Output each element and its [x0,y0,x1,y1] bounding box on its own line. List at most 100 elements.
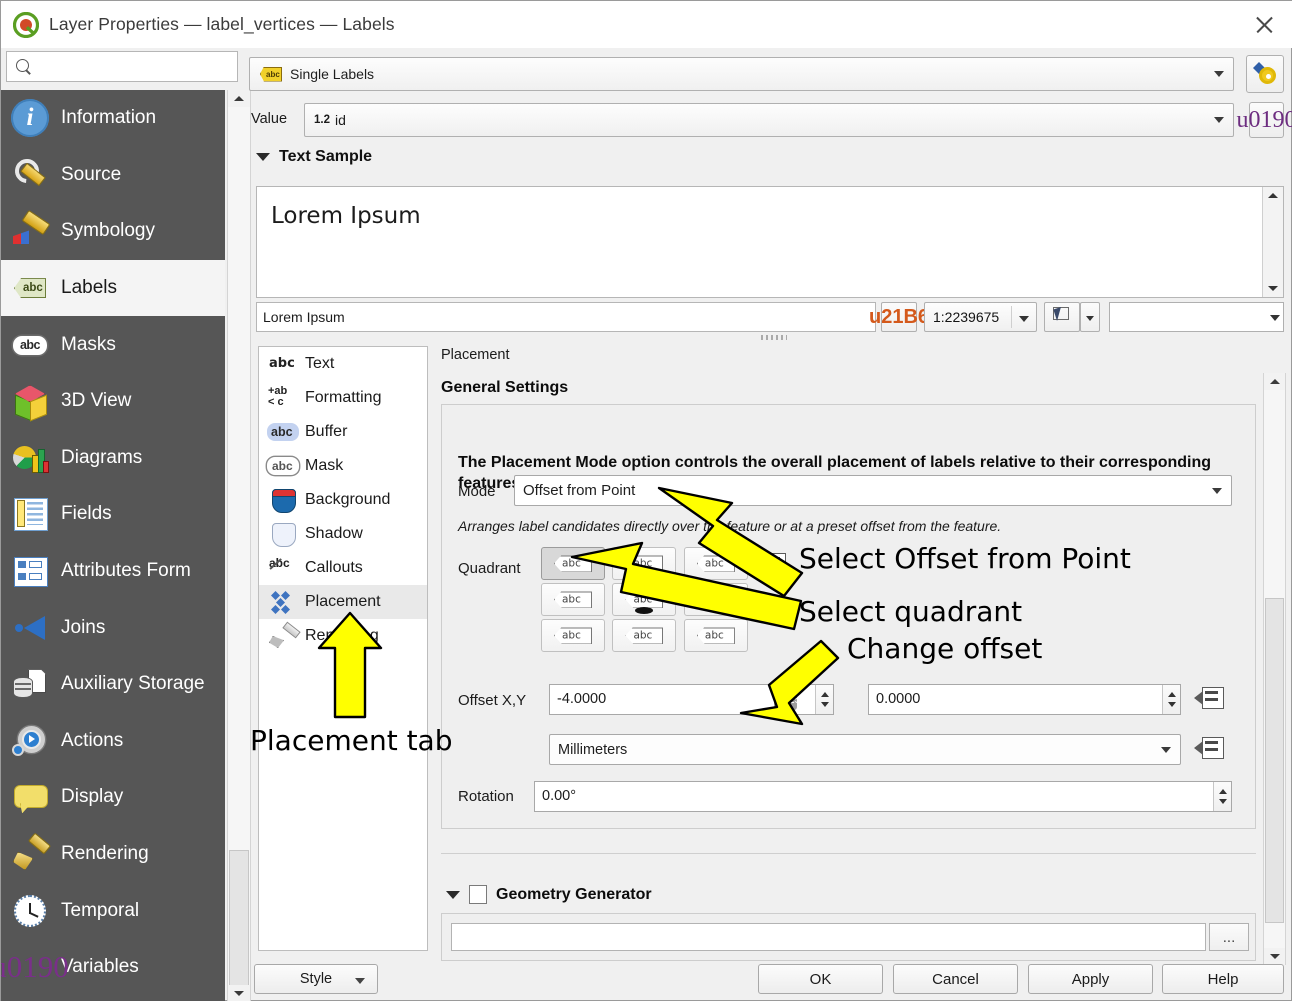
offset-x-stepper[interactable] [815,685,833,714]
tab-placement[interactable]: Placement [259,585,427,619]
sidebar-item-temporal[interactable]: Temporal [1,882,225,939]
scale-combo[interactable]: 1:2239675 [924,302,1037,332]
quadrant-button-middle-left[interactable] [541,583,605,616]
collapse-triangle-icon[interactable] [256,153,270,161]
rotation-field[interactable]: 0.00° [534,781,1232,812]
geometry-generator-browse-button[interactable] [1209,923,1249,951]
sidebar-item-auxiliary-storage[interactable]: Auxiliary Storage [1,656,225,713]
ok-button[interactable]: OK [758,964,883,994]
splitter-grip[interactable] [761,335,787,340]
scrollbar-thumb[interactable] [1265,598,1284,923]
offset-y-value: 0.0000 [876,691,921,707]
tab-text[interactable]: Text [259,347,427,381]
label-tag-icon [260,66,282,82]
sidebar-item-fields[interactable]: Fields [1,486,225,543]
quadrant-button-bottom-left[interactable] [541,619,605,652]
close-icon[interactable] [1249,10,1279,40]
sidebar-item-labels[interactable]: Labels [1,259,225,317]
settings-scrollbar[interactable] [1263,373,1286,965]
sidebar-item-3d-view[interactable]: 3D View [1,373,225,430]
scroll-down-arrow-icon[interactable] [1264,948,1285,965]
scroll-down-arrow-icon[interactable] [228,985,250,1001]
quadrant-button-top-center[interactable] [612,547,677,580]
rotation-label: Rotation [458,788,514,805]
rotation-stepper[interactable] [1213,782,1231,811]
style-gear-button[interactable] [1246,55,1284,93]
quadrant-button-middle-right[interactable] [683,583,748,616]
scrollbar-thumb[interactable] [229,850,249,1001]
sidebar-item-variables[interactable]: Variables [1,939,225,996]
value-field-combo[interactable]: 1.2 id [304,103,1234,137]
sidebar-item-label: Information [61,107,157,129]
tab-shadow[interactable]: Shadow [259,517,427,551]
apply-button[interactable]: Apply [1028,964,1153,994]
label-mode-combo[interactable]: Single Labels [249,57,1234,91]
clear-icon[interactable] [774,690,797,710]
sidebar-item-masks[interactable]: Masks [1,316,225,373]
sidebar-item-source[interactable]: Source [1,147,225,204]
rendering-icon [11,835,49,873]
actions-icon [11,722,49,760]
scroll-up-arrow-icon[interactable] [1268,193,1278,198]
sidebar-item-actions[interactable]: Actions [1,713,225,770]
search-input[interactable] [37,52,237,81]
sample-text-input[interactable] [256,302,876,332]
offset-x-field[interactable]: -4.0000 [549,684,834,715]
apply-label: Apply [1071,970,1110,988]
tab-label: Callouts [305,559,363,576]
quadrant-data-defined-override-icon[interactable] [756,553,786,577]
quadrant-button-bottom-right[interactable] [683,619,748,652]
mode-combo[interactable]: Offset from Point [514,475,1232,506]
expression-button[interactable] [1249,102,1284,138]
offset-y-field[interactable]: 0.0000 [868,684,1181,715]
scroll-down-arrow-icon[interactable] [1268,286,1278,291]
undo-icon[interactable] [881,302,917,332]
quadrant-button-bottom-center[interactable] [612,619,677,652]
geometry-generator-expression-input[interactable] [451,923,1206,951]
sidebar-item-joins[interactable]: Joins [1,599,225,656]
scroll-up-arrow-icon[interactable] [228,90,250,107]
mode-value: Offset from Point [523,482,636,499]
style-dropdown-button[interactable]: Style [254,964,378,994]
cancel-button[interactable]: Cancel [893,964,1018,994]
quadrant-button-top-right[interactable] [683,547,748,580]
sidebar-item-attributes-form[interactable]: Attributes Form [1,543,225,600]
qgis-logo-icon [12,11,40,38]
map-pick-dropdown[interactable] [1080,302,1100,332]
sidebar-item-display[interactable]: Display [1,769,225,826]
quadrant-button-middle-center[interactable] [612,583,677,616]
preview-scrollbar[interactable] [1262,187,1283,297]
map-pick-button[interactable] [1044,302,1080,332]
help-button[interactable]: Help [1162,964,1284,994]
text-sample-header[interactable]: Text Sample [256,148,372,166]
sidebar-item-symbology[interactable]: Symbology [1,203,225,260]
sidebar-item-diagrams[interactable]: Diagrams [1,430,225,487]
sidebar-item-information[interactable]: Information [1,90,225,147]
tab-background[interactable]: Background [259,483,427,517]
tab-label: Rendering [305,627,379,644]
scroll-up-arrow-icon[interactable] [1264,373,1285,390]
units-data-defined-override-icon[interactable] [1194,737,1224,761]
tab-label: Placement [305,593,381,610]
sidebar-item-rendering[interactable]: Rendering [1,826,225,883]
tab-callouts[interactable]: Callouts [259,551,427,585]
geometry-generator-checkbox[interactable] [469,885,487,904]
search-box[interactable] [6,51,238,82]
quadrant-button-top-left[interactable] [541,547,605,580]
blank-combo[interactable] [1109,302,1284,332]
offset-y-stepper[interactable] [1162,685,1180,714]
tab-formatting[interactable]: Formatting [259,381,427,415]
tab-buffer[interactable]: Buffer [259,415,427,449]
rendering-brush-icon [267,623,299,649]
tab-mask[interactable]: Mask [259,449,427,483]
tab-rendering[interactable]: Rendering [259,619,427,653]
offset-data-defined-override-icon[interactable] [1194,687,1224,711]
geometry-generator-header[interactable]: Geometry Generator [446,885,652,904]
rotation-value: 0.00° [542,788,577,804]
content-scrollbar-left[interactable] [227,90,251,1001]
sidebar: Information Source Symbology Labels Mask… [1,90,225,1001]
joins-icon [11,609,49,647]
blank-combo-chevron-down-icon[interactable] [1266,302,1284,332]
collapse-triangle-icon[interactable] [446,890,460,899]
units-combo[interactable]: Millimeters [549,734,1181,765]
